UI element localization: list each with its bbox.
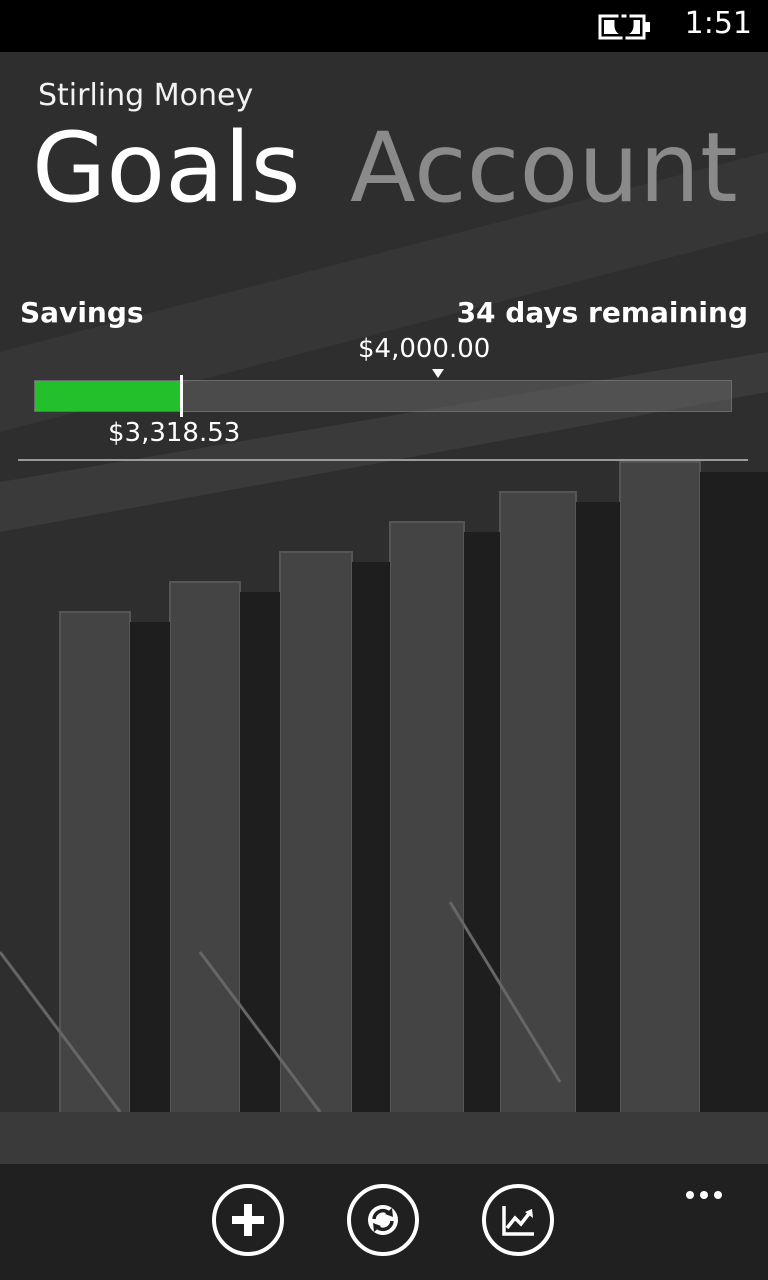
- sync-button[interactable]: [347, 1184, 419, 1256]
- add-icon: [232, 1204, 264, 1236]
- more-icon[interactable]: [686, 1184, 734, 1200]
- chart-icon: [502, 1206, 534, 1236]
- goal-current-amount: $3,318.53: [108, 418, 241, 448]
- app-bar: [0, 1164, 768, 1280]
- goal-days-remaining: 34 days remaining: [456, 296, 748, 329]
- goal-progress-tick: [180, 375, 184, 417]
- battery-charging-icon: [598, 12, 650, 40]
- goal-progress-bar[interactable]: [34, 375, 732, 417]
- status-bar: 1:51: [0, 0, 768, 52]
- chart-button[interactable]: [482, 1184, 554, 1256]
- goal-target-amount: $4,000.00: [358, 334, 491, 364]
- sync-icon: [368, 1205, 398, 1235]
- pivot-header-goals[interactable]: Goals: [32, 108, 301, 228]
- target-marker-icon: [431, 369, 444, 378]
- goal-name[interactable]: Savings: [20, 296, 144, 329]
- status-time: 1:51: [684, 6, 752, 41]
- goal-progress-fill: [35, 381, 182, 411]
- pivot-header-account[interactable]: Account: [350, 108, 738, 228]
- goal-divider: [18, 459, 748, 461]
- add-button[interactable]: [212, 1184, 284, 1256]
